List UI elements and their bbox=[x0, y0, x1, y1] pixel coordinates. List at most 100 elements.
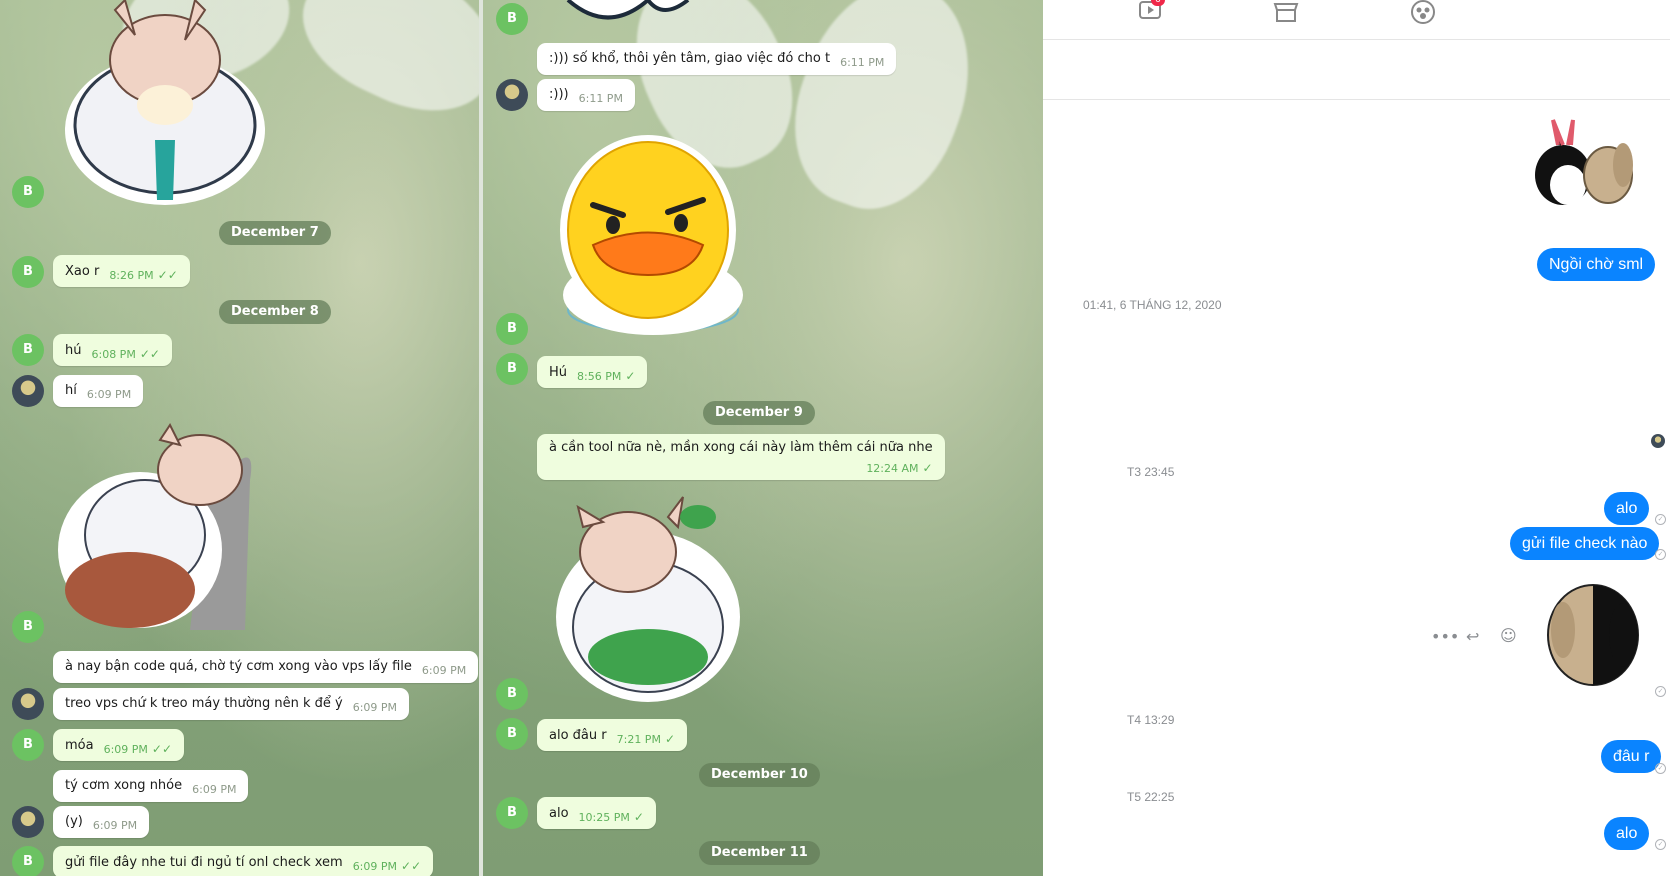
message-bubble[interactable]: :))) số khổ, thôi yên tâm, giao việc đó … bbox=[537, 43, 897, 75]
read-check-icon: ✓✓ bbox=[401, 859, 422, 873]
more-icon[interactable]: ••• bbox=[1431, 627, 1459, 646]
read-check-icon: ✓ bbox=[633, 810, 644, 824]
message-time: 7:21 PM bbox=[616, 733, 661, 746]
sent-icon: ✓ bbox=[1655, 686, 1666, 697]
message-time: 6:11 PM bbox=[578, 92, 623, 105]
message-time: 10:25 PM bbox=[578, 811, 630, 824]
contact-avatar[interactable]: B bbox=[496, 313, 528, 345]
messenger-header-area bbox=[1043, 40, 1670, 100]
message-time: 12:24 AM bbox=[866, 462, 919, 475]
contact-avatar[interactable]: B bbox=[12, 176, 44, 208]
message-bubble[interactable]: :))) 6:11 PM bbox=[537, 79, 635, 111]
sticker-cat-money[interactable] bbox=[548, 487, 743, 702]
video-icon[interactable]: 6 bbox=[1137, 0, 1165, 26]
message-time: 6:09 PM bbox=[92, 819, 138, 832]
contact-avatar[interactable]: B bbox=[496, 353, 528, 385]
message-time: 6:09 PM bbox=[352, 860, 398, 873]
groups-icon[interactable] bbox=[1410, 0, 1436, 26]
message-text: :))) số khổ, thôi yên tâm, giao việc đó … bbox=[549, 51, 831, 66]
messenger-bubble[interactable]: gửi file check nào bbox=[1510, 527, 1660, 560]
telegram-chat-left[interactable]: B December 7 B Xao r 8:26 PM ✓✓ December 8… bbox=[0, 0, 479, 876]
message-time: 6:09 PM bbox=[421, 664, 467, 677]
date-separator: December 9 bbox=[703, 401, 815, 425]
message-time: 8:26 PM bbox=[109, 269, 154, 282]
sticker-angry-duck[interactable] bbox=[553, 135, 758, 345]
chat-timestamp: T5 22:25 bbox=[1127, 790, 1175, 804]
message-time: 6:08 PM bbox=[91, 348, 136, 361]
message-text: :))) bbox=[549, 87, 569, 102]
reply-icon[interactable]: ↩ bbox=[1466, 627, 1479, 646]
message-bubble[interactable]: alo 10:25 PM ✓ bbox=[537, 797, 656, 829]
contact-avatar[interactable]: B bbox=[12, 256, 44, 288]
message-text: alo bbox=[549, 806, 569, 821]
chat-timestamp: T4 13:29 bbox=[1127, 713, 1175, 727]
message-bubble[interactable]: Xao r 8:26 PM ✓✓ bbox=[53, 255, 190, 287]
contact-avatar[interactable]: B bbox=[12, 846, 44, 876]
message-text: Xao r bbox=[65, 264, 100, 279]
message-bubble[interactable]: alo đâu r 7:21 PM ✓ bbox=[537, 719, 687, 751]
message-time: 6:09 PM bbox=[86, 388, 132, 401]
message-time: 6:11 PM bbox=[840, 56, 885, 69]
store-icon[interactable] bbox=[1273, 0, 1299, 26]
user-avatar[interactable] bbox=[496, 79, 528, 111]
background-petal bbox=[281, 0, 479, 137]
message-text: treo vps chứ k treo máy thường nên k để … bbox=[65, 696, 343, 711]
contact-avatar[interactable]: B bbox=[496, 797, 528, 829]
contact-avatar[interactable]: B bbox=[496, 718, 528, 750]
message-time: 8:56 PM bbox=[577, 370, 622, 383]
telegram-chat-middle[interactable]: B :))) số khổ, thôi yên tâm, giao việc đ… bbox=[483, 0, 1043, 876]
read-check-icon: ✓ bbox=[922, 461, 933, 475]
contact-avatar[interactable]: B bbox=[496, 678, 528, 710]
user-avatar[interactable] bbox=[12, 688, 44, 720]
message-text: à nay bận code quá, chờ tý cơm xong vào … bbox=[65, 659, 412, 674]
message-time: 6:09 PM bbox=[103, 743, 148, 756]
read-check-icon: ✓✓ bbox=[157, 268, 178, 282]
sticker-rabbit-kiss[interactable] bbox=[1528, 115, 1648, 225]
sticker-partial[interactable] bbox=[558, 0, 698, 25]
chat-timestamp: T3 23:45 bbox=[1127, 465, 1175, 479]
message-bubble[interactable]: à cần tool nữa nè, mần xong cái này làm … bbox=[537, 434, 945, 480]
message-bubble[interactable]: treo vps chứ k treo máy thường nên k để … bbox=[53, 688, 410, 720]
message-bubble[interactable]: Hú 8:56 PM ✓ bbox=[537, 356, 648, 388]
messenger-bubble[interactable]: alo bbox=[1604, 817, 1650, 850]
message-bubble[interactable]: móa 6:09 PM ✓✓ bbox=[53, 729, 185, 761]
date-separator: December 7 bbox=[219, 221, 331, 245]
message-text: hí bbox=[65, 383, 77, 398]
user-avatar[interactable] bbox=[12, 375, 44, 407]
sticker-cat-sad[interactable] bbox=[50, 420, 280, 640]
message-time: 6:09 PM bbox=[192, 783, 237, 796]
message-bubble[interactable]: hí 6:09 PM bbox=[53, 375, 144, 407]
contact-avatar[interactable]: B bbox=[12, 611, 44, 643]
read-check-icon: ✓✓ bbox=[151, 742, 173, 756]
message-bubble[interactable]: gửi file đây nhe tui đi ngủ tí onl check… bbox=[53, 846, 434, 876]
message-time: 6:09 PM bbox=[352, 701, 398, 714]
message-text: gửi file đây nhe tui đi ngủ tí onl check… bbox=[65, 855, 343, 870]
read-check-icon: ✓ bbox=[664, 732, 675, 746]
messenger-bubble[interactable]: alo bbox=[1604, 492, 1650, 525]
sent-icon: ✓ bbox=[1655, 839, 1666, 850]
sent-icon: ✓ bbox=[1655, 514, 1666, 525]
message-bubble[interactable]: (y) 6:09 PM bbox=[53, 806, 150, 838]
user-avatar[interactable] bbox=[12, 806, 44, 838]
message-bubble[interactable]: hú 6:08 PM ✓✓ bbox=[53, 334, 172, 366]
message-text: móa bbox=[65, 738, 94, 753]
contact-avatar[interactable]: B bbox=[496, 3, 528, 35]
react-icon[interactable]: ☺ bbox=[1500, 626, 1517, 645]
sticker-dog-half[interactable] bbox=[1538, 580, 1648, 695]
notification-badge: 6 bbox=[1151, 0, 1165, 6]
message-bubble[interactable]: tý cơm xong nhóe 6:09 PM bbox=[53, 770, 249, 802]
contact-avatar[interactable]: B bbox=[12, 334, 44, 366]
screenshot-root: B December 7 B Xao r 8:26 PM ✓✓ December 8… bbox=[0, 0, 1670, 876]
read-check-icon: ✓ bbox=[625, 369, 636, 383]
seen-avatar bbox=[1651, 434, 1665, 448]
date-separator: December 8 bbox=[219, 300, 331, 324]
message-bubble[interactable]: à nay bận code quá, chờ tý cơm xong vào … bbox=[53, 651, 479, 683]
sent-icon: ✓ bbox=[1655, 549, 1666, 560]
sticker-cat-facepalm[interactable] bbox=[55, 0, 275, 210]
messenger-chat[interactable]: 6 Ngồi chờ sml 01:41, 6 THÁNG 12, 2020 T… bbox=[1043, 0, 1670, 876]
messenger-bubble[interactable]: Ngồi chờ sml bbox=[1537, 248, 1656, 281]
messenger-bubble[interactable]: đâu r bbox=[1601, 740, 1662, 773]
message-text: (y) bbox=[65, 814, 83, 829]
contact-avatar[interactable]: B bbox=[12, 729, 44, 761]
message-text: hú bbox=[65, 343, 82, 358]
